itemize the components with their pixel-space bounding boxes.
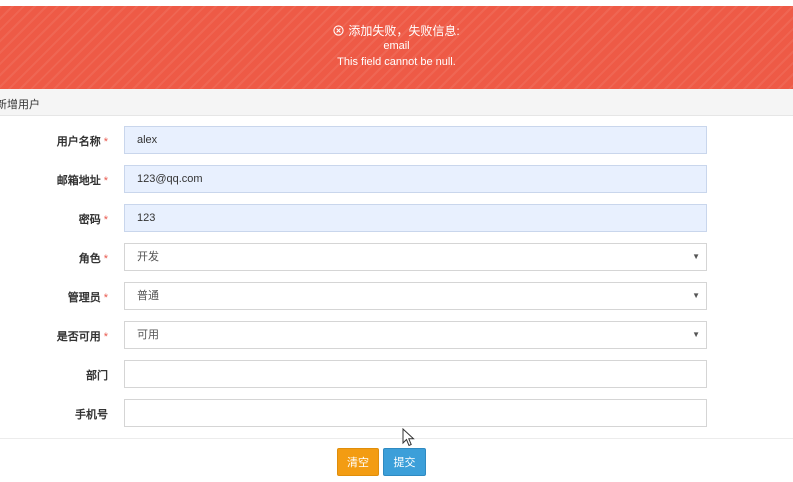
caret-down-icon: ▼	[692, 330, 700, 339]
form-actions: 清空 提交	[0, 438, 793, 482]
alert-detail: This field cannot be null.	[337, 56, 456, 68]
alert-field: email	[383, 40, 410, 52]
phone-row: 手机号	[0, 399, 793, 427]
required-mark: *	[103, 292, 108, 304]
phone-input[interactable]	[124, 399, 707, 427]
clear-button[interactable]: 清空	[337, 448, 379, 476]
phone-label: 手机号	[75, 409, 108, 421]
alert-message: 添加失败，失败信息:	[348, 24, 460, 38]
required-mark: *	[103, 253, 108, 265]
role-label: 角色 *	[78, 253, 108, 265]
required-mark: *	[103, 175, 108, 187]
error-alert: 添加失败，失败信息: email This field cannot be nu…	[0, 6, 793, 89]
enabled-row: 是否可用 * 可用 ▼	[0, 321, 793, 349]
admin-row: 管理员 * 普通 ▼	[0, 282, 793, 310]
email-row: 邮箱地址 *	[0, 165, 793, 193]
enabled-select-value: 可用	[137, 329, 159, 341]
email-label: 邮箱地址 *	[56, 175, 108, 187]
caret-down-icon: ▼	[692, 252, 700, 261]
close-circle-icon	[333, 25, 344, 36]
required-mark: *	[103, 331, 108, 343]
required-mark: *	[103, 214, 108, 226]
department-label: 部门	[86, 370, 108, 382]
department-row: 部门	[0, 360, 793, 388]
username-row: 用户名称 *	[0, 126, 793, 154]
required-mark: *	[103, 136, 108, 148]
admin-label: 管理员 *	[67, 292, 108, 304]
submit-button[interactable]: 提交	[383, 448, 426, 476]
role-select-value: 开发	[137, 251, 159, 263]
password-row: 密码 *	[0, 204, 793, 232]
password-label: 密码 *	[78, 214, 108, 226]
enabled-select[interactable]: 可用 ▼	[124, 321, 707, 349]
admin-select[interactable]: 普通 ▼	[124, 282, 707, 310]
enabled-label: 是否可用 *	[56, 331, 108, 343]
caret-down-icon: ▼	[692, 291, 700, 300]
username-input[interactable]	[124, 126, 707, 154]
alert-message-line: 添加失败，失败信息:	[0, 22, 793, 39]
admin-select-value: 普通	[137, 290, 159, 302]
panel-title: 新增用户	[0, 99, 40, 111]
username-label: 用户名称 *	[56, 136, 108, 148]
panel-header: 新增用户	[0, 89, 793, 116]
password-input[interactable]	[124, 204, 707, 232]
mouse-pointer-icon	[402, 428, 415, 447]
role-select[interactable]: 开发 ▼	[124, 243, 707, 271]
department-input[interactable]	[124, 360, 707, 388]
email-input[interactable]	[124, 165, 707, 193]
role-row: 角色 * 开发 ▼	[0, 243, 793, 271]
